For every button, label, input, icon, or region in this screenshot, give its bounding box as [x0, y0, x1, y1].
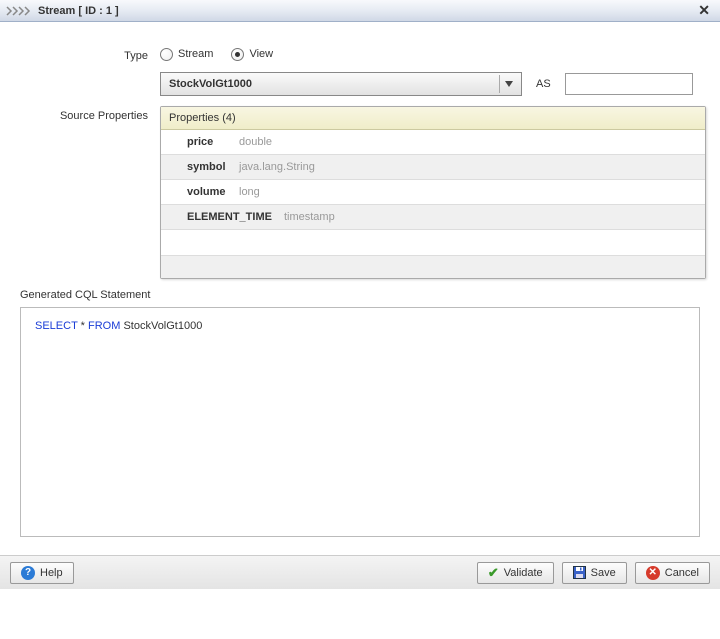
radio-stream[interactable] — [160, 48, 173, 61]
generated-cql-label: Generated CQL Statement — [20, 289, 710, 301]
radio-view[interactable] — [231, 48, 244, 61]
dialog-title: Stream [ ID : 1 ] — [38, 5, 119, 17]
chevrons-icon — [6, 5, 32, 17]
close-icon[interactable]: ✕ — [694, 2, 714, 19]
radio-view-label: View — [249, 48, 273, 60]
cancel-icon: ✕ — [646, 566, 660, 580]
help-icon: ? — [21, 566, 35, 580]
validate-button[interactable]: ✔ Validate — [477, 562, 554, 584]
as-label: AS — [536, 78, 551, 90]
save-button[interactable]: Save — [562, 562, 627, 584]
footer-bar: ? Help ✔ Validate Save ✕ Cancel — [0, 555, 720, 589]
floppy-icon — [573, 566, 586, 579]
title-bar: Stream [ ID : 1 ] ✕ — [0, 0, 720, 22]
type-label: Type — [10, 46, 160, 62]
generated-cql-output: SELECT * FROM StockVolGt1000 — [20, 307, 700, 537]
source-select-value: StockVolGt1000 — [169, 78, 252, 90]
alias-input[interactable] — [565, 73, 693, 95]
table-row[interactable]: volume long — [161, 180, 705, 205]
table-row[interactable]: price double — [161, 130, 705, 155]
source-select[interactable]: StockVolGt1000 — [160, 72, 522, 96]
radio-stream-label: Stream — [178, 48, 213, 60]
table-row-empty — [161, 230, 705, 256]
table-row[interactable]: ELEMENT_TIME timestamp — [161, 205, 705, 230]
properties-table: Properties (4) price double symbol java.… — [160, 106, 706, 279]
table-row[interactable]: symbol java.lang.String — [161, 155, 705, 180]
cancel-button[interactable]: ✕ Cancel — [635, 562, 710, 584]
source-props-label: Source Properties — [10, 106, 160, 122]
properties-header: Properties (4) — [161, 107, 705, 130]
check-icon: ✔ — [488, 565, 499, 581]
help-button[interactable]: ? Help — [10, 562, 74, 584]
chevron-down-icon — [499, 75, 517, 93]
table-row-empty — [161, 256, 705, 278]
